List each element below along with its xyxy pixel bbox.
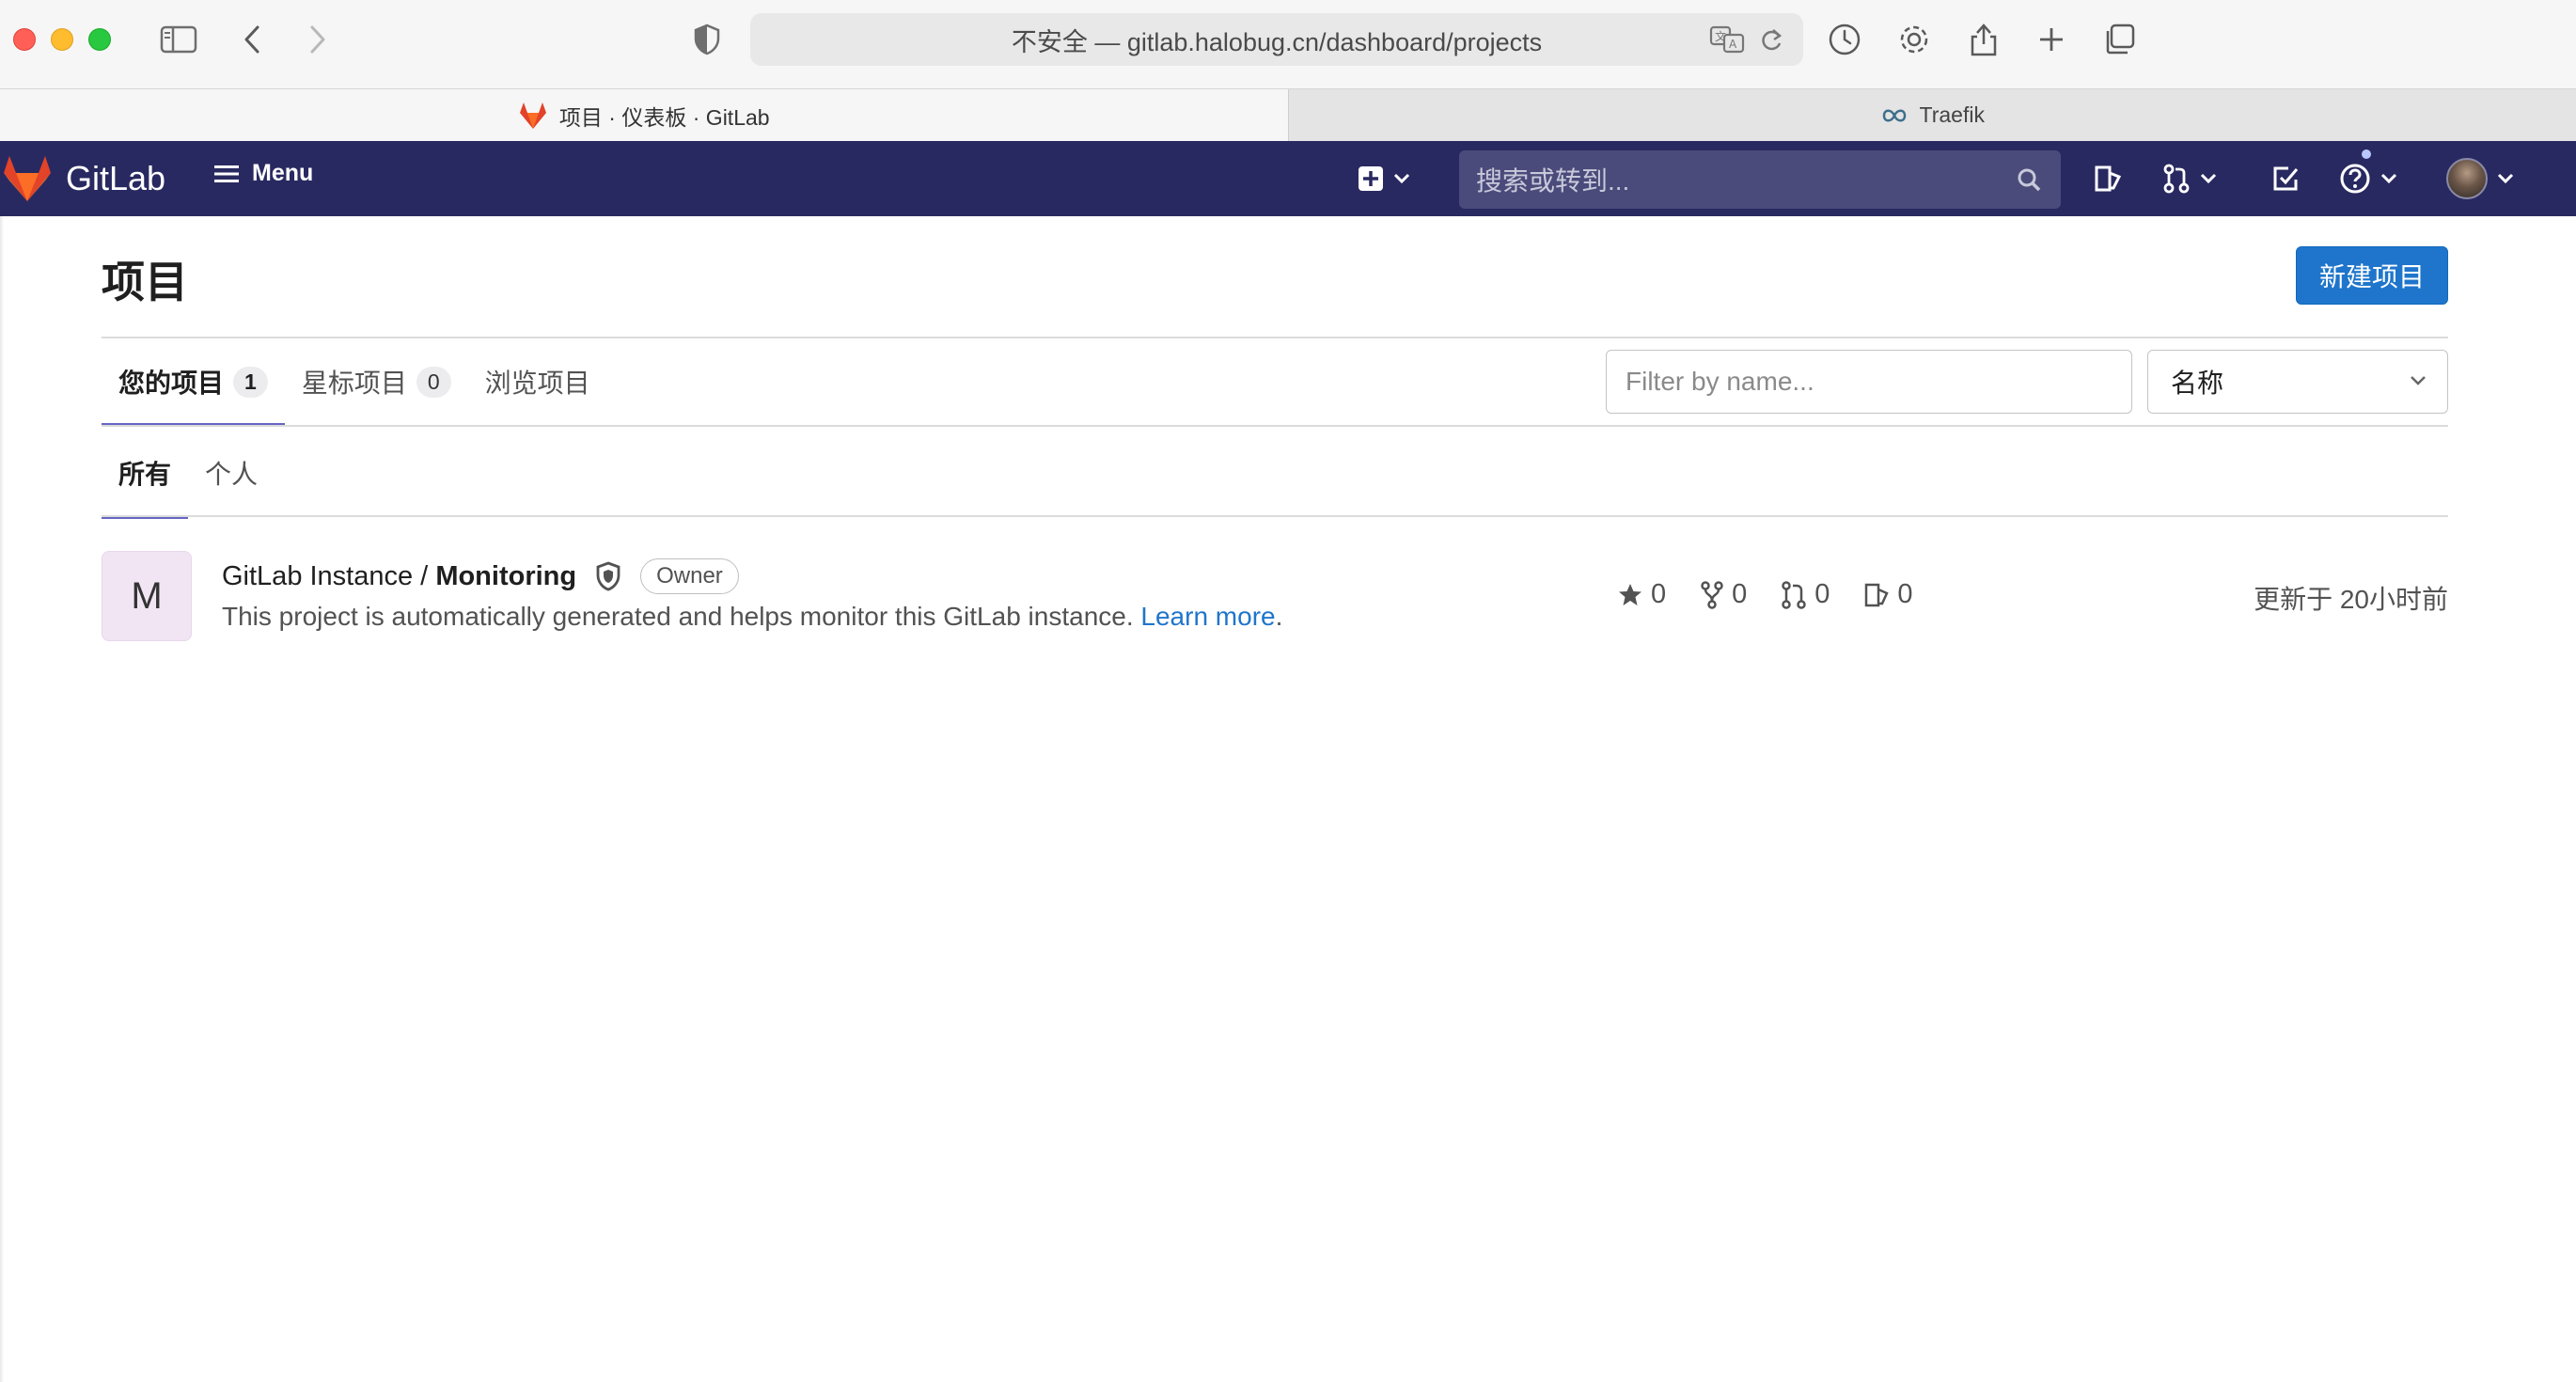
search-icon bbox=[2016, 166, 2042, 193]
issues-icon bbox=[1863, 582, 1890, 608]
chevron-down-icon bbox=[1393, 173, 1410, 184]
subtab-personal[interactable]: 个人 bbox=[188, 429, 275, 517]
search-placeholder: 搜索或转到... bbox=[1476, 166, 1630, 196]
project-avatar[interactable]: M bbox=[102, 551, 192, 641]
filter-by-name-input[interactable] bbox=[1606, 350, 2132, 414]
page-title: 项目 bbox=[102, 258, 188, 306]
url-text: 不安全 — gitlab.halobug.cn/dashboard/projec… bbox=[1011, 27, 1543, 56]
updated-timestamp: 更新于 20小时前 bbox=[2254, 585, 2448, 614]
todos-nav-button[interactable] bbox=[2271, 156, 2300, 201]
issues-icon bbox=[2093, 164, 2123, 194]
window-edge-shadow bbox=[0, 216, 4, 1382]
issues-nav-button[interactable] bbox=[2093, 156, 2123, 201]
star-icon bbox=[1617, 582, 1643, 608]
merge-request-icon bbox=[1781, 580, 1807, 609]
project-stats: 0 0 0 0 bbox=[1617, 579, 1913, 610]
issues-count: 0 bbox=[1897, 579, 1913, 609]
new-project-button[interactable]: 新建项目 bbox=[2296, 246, 2448, 305]
window-zoom-button[interactable] bbox=[88, 28, 111, 51]
translate-icon[interactable]: 文A bbox=[1709, 24, 1745, 55]
fork-icon bbox=[1700, 580, 1724, 609]
forks-count: 0 bbox=[1732, 579, 1748, 609]
browser-tab-gitlab[interactable]: 项目 · 仪表板 · GitLab bbox=[0, 89, 1289, 141]
count-badge: 0 bbox=[416, 366, 451, 398]
hamburger-icon bbox=[214, 164, 239, 184]
tab-label: 星标项目 bbox=[301, 369, 407, 398]
chevron-down-icon bbox=[2497, 173, 2514, 184]
help-question-icon bbox=[2339, 148, 2373, 195]
todo-checkbox-icon bbox=[2271, 165, 2300, 193]
sort-selected-value: 名称 bbox=[2171, 369, 2224, 398]
project-scope-tabs: 您的项目 1 星标项目 0 浏览项目 bbox=[102, 338, 607, 427]
forward-icon[interactable] bbox=[295, 17, 340, 62]
merge-requests-nav-dropdown[interactable] bbox=[2162, 156, 2217, 201]
learn-more-link[interactable]: Learn more bbox=[1140, 602, 1275, 631]
window-minimize-button[interactable] bbox=[51, 28, 73, 51]
stars-stat[interactable]: 0 bbox=[1617, 579, 1666, 610]
reload-icon[interactable] bbox=[1758, 24, 1784, 55]
issues-stat[interactable]: 0 bbox=[1863, 579, 1913, 610]
browser-toolbar: 不安全 — gitlab.halobug.cn/dashboard/projec… bbox=[0, 0, 2576, 88]
tab-starred-projects[interactable]: 星标项目 0 bbox=[285, 338, 468, 425]
plus-square-icon bbox=[1358, 165, 1384, 192]
project-description: This project is automatically generated … bbox=[222, 602, 1282, 632]
back-icon[interactable] bbox=[229, 17, 275, 62]
divider bbox=[102, 515, 2448, 517]
merge-requests-stat[interactable]: 0 bbox=[1781, 579, 1830, 610]
user-menu-dropdown[interactable] bbox=[2446, 156, 2514, 201]
tab-label: 浏览项目 bbox=[484, 369, 590, 398]
description-period: . bbox=[1275, 602, 1283, 631]
browser-tab-label: 项目 · 仪表板 · GitLab bbox=[558, 104, 770, 130]
sidebar-toggle-icon[interactable] bbox=[156, 17, 201, 62]
privacy-shield-icon[interactable] bbox=[684, 17, 730, 62]
traefik-icon bbox=[1880, 105, 1908, 126]
global-search-input[interactable]: 搜索或转到... bbox=[1459, 150, 2061, 209]
gitlab-fox-icon bbox=[518, 102, 548, 130]
divider bbox=[102, 425, 2448, 427]
project-name: Monitoring bbox=[435, 560, 577, 591]
history-icon[interactable] bbox=[1822, 17, 1867, 62]
project-link[interactable]: GitLab Instance / Monitoring bbox=[222, 561, 576, 592]
sort-select[interactable]: 名称 bbox=[2147, 350, 2448, 414]
notification-dot-icon bbox=[2360, 148, 2373, 161]
menu-button[interactable]: Menu bbox=[214, 160, 313, 187]
browser-tab-bar: 项目 · 仪表板 · GitLab Traefik bbox=[0, 88, 2576, 141]
tab-explore-projects[interactable]: 浏览项目 bbox=[468, 338, 607, 425]
settings-gear-icon[interactable] bbox=[1892, 17, 1937, 62]
tab-label: 您的项目 bbox=[118, 369, 225, 398]
tab-your-projects[interactable]: 您的项目 1 bbox=[102, 338, 285, 427]
browser-tab-traefik[interactable]: Traefik bbox=[1289, 89, 2576, 141]
chevron-down-icon bbox=[2410, 375, 2427, 386]
project-namespace: GitLab Instance / bbox=[222, 560, 436, 591]
merge-request-icon bbox=[2162, 164, 2191, 194]
gitlab-logo-icon[interactable] bbox=[0, 154, 55, 203]
subtab-all[interactable]: 所有 bbox=[102, 429, 189, 519]
role-badge: Owner bbox=[640, 558, 739, 594]
description-text: This project is automatically generated … bbox=[222, 602, 1134, 631]
project-title: GitLab Instance / Monitoring Owner bbox=[222, 558, 739, 594]
window-close-button[interactable] bbox=[13, 28, 36, 51]
chevron-down-icon bbox=[2380, 173, 2397, 184]
visibility-shield-icon bbox=[595, 561, 621, 591]
project-filter-subtabs: 所有 个人 bbox=[102, 429, 275, 519]
chevron-down-icon bbox=[2200, 173, 2217, 184]
browser-tab-label: Traefik bbox=[1919, 102, 1985, 127]
gitlab-navbar: GitLab Menu 搜索或转到... bbox=[0, 141, 2576, 216]
stars-count: 0 bbox=[1651, 579, 1667, 609]
share-icon[interactable] bbox=[1961, 17, 2006, 62]
new-tab-plus-icon[interactable] bbox=[2029, 17, 2074, 62]
svg-text:A: A bbox=[1729, 38, 1737, 51]
merge-requests-count: 0 bbox=[1814, 579, 1830, 609]
count-badge: 1 bbox=[233, 366, 268, 398]
help-nav-dropdown[interactable] bbox=[2339, 148, 2397, 201]
gitlab-brand[interactable]: GitLab bbox=[66, 159, 165, 198]
menu-label: Menu bbox=[252, 160, 314, 186]
address-bar[interactable]: 不安全 — gitlab.halobug.cn/dashboard/projec… bbox=[750, 13, 1803, 66]
avatar bbox=[2446, 158, 2488, 199]
forks-stat[interactable]: 0 bbox=[1700, 579, 1747, 610]
tab-overview-icon[interactable] bbox=[2097, 17, 2142, 62]
create-new-dropdown[interactable] bbox=[1358, 156, 1410, 201]
